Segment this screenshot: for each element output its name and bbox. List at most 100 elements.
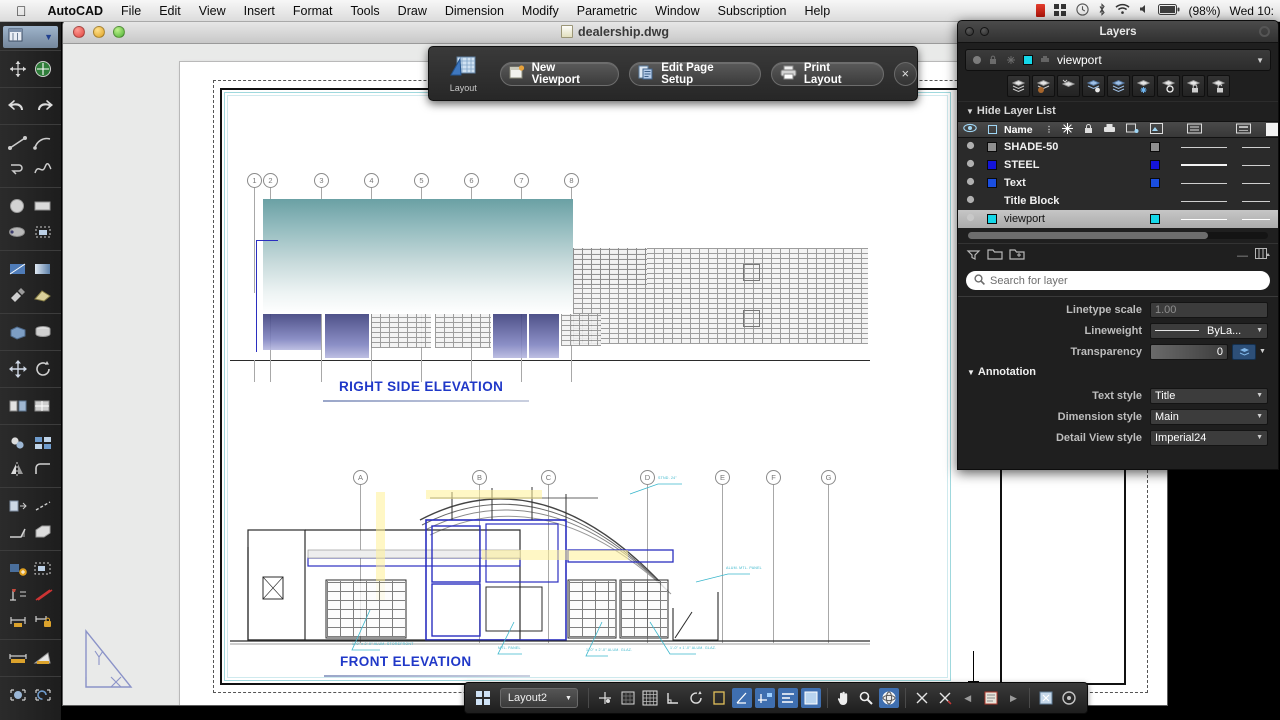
annotation-autoscale-icon[interactable] bbox=[935, 688, 955, 708]
layer-states-icon[interactable] bbox=[1106, 75, 1130, 97]
layer-row-shade50[interactable]: SHADE-50 bbox=[958, 138, 1278, 156]
object-snap-icon[interactable] bbox=[709, 688, 729, 708]
ucs-world-icon[interactable] bbox=[32, 59, 54, 79]
property-lineweight[interactable]: Lineweight ByLa... ▼ bbox=[958, 320, 1278, 341]
close-toolbar-button[interactable]: × bbox=[893, 61, 917, 86]
layer-linetype[interactable] bbox=[1174, 200, 1234, 202]
layer-visibility-toggle[interactable] bbox=[958, 195, 982, 207]
undo-icon[interactable] bbox=[7, 96, 29, 116]
dim-angular-icon[interactable] bbox=[32, 648, 54, 668]
copy-icon[interactable] bbox=[7, 433, 29, 453]
menu-item-parametric[interactable]: Parametric bbox=[568, 0, 646, 22]
new-property-filter-icon[interactable] bbox=[1009, 248, 1025, 264]
scale-icon[interactable] bbox=[32, 433, 54, 453]
wifi-icon[interactable] bbox=[1114, 3, 1130, 18]
menu-item-view[interactable]: View bbox=[190, 0, 235, 22]
layer-state-icon[interactable] bbox=[7, 685, 29, 705]
lock-icon[interactable] bbox=[989, 55, 999, 65]
freeze-column-icon[interactable] bbox=[1056, 122, 1078, 137]
lock-icon[interactable] bbox=[1181, 75, 1205, 97]
chevron-down-icon[interactable]: ▼ bbox=[1256, 56, 1264, 65]
layer-linetype[interactable] bbox=[1174, 164, 1234, 166]
property-linetype-scale[interactable]: Linetype scale 1.00 bbox=[958, 299, 1278, 320]
orbit-icon[interactable] bbox=[879, 688, 900, 708]
plot-column-icon[interactable] bbox=[1098, 123, 1120, 137]
arc-icon[interactable] bbox=[32, 133, 54, 153]
polar-icon[interactable] bbox=[686, 688, 706, 708]
osnap-track-icon[interactable] bbox=[732, 688, 752, 708]
property-dimension-style[interactable]: Dimension style Main ▼ bbox=[958, 406, 1278, 427]
trim-icon[interactable] bbox=[32, 396, 54, 416]
layer-row-text[interactable]: Text bbox=[958, 174, 1278, 192]
boundary-icon[interactable] bbox=[32, 285, 54, 305]
block-insert-icon[interactable] bbox=[7, 559, 29, 579]
block-edit-icon[interactable] bbox=[32, 559, 54, 579]
annotation-section-header[interactable]: ▼ Annotation bbox=[958, 362, 1278, 381]
status-column-icon[interactable] bbox=[982, 125, 1002, 134]
prev-icon[interactable]: ◀ bbox=[958, 688, 978, 708]
pan-icon[interactable] bbox=[833, 688, 853, 708]
menu-item-help[interactable]: Help bbox=[795, 0, 839, 22]
layer-linetype[interactable] bbox=[1174, 218, 1234, 220]
current-layer-selector[interactable]: viewport ▼ bbox=[965, 49, 1271, 71]
current-layer-color-swatch[interactable] bbox=[1023, 55, 1033, 65]
menu-item-format[interactable]: Format bbox=[284, 0, 342, 22]
layer-visibility-toggle[interactable] bbox=[958, 159, 982, 171]
minimize-dot-button[interactable] bbox=[980, 27, 989, 36]
polyline-icon[interactable] bbox=[7, 159, 29, 179]
battery-icon[interactable] bbox=[1157, 3, 1180, 18]
layout-tool-icon[interactable]: Layout bbox=[437, 55, 490, 93]
lineweight-column-icon[interactable] bbox=[1220, 123, 1266, 137]
move-ucs-icon[interactable] bbox=[7, 59, 29, 79]
name-column-header[interactable]: Name bbox=[1002, 124, 1042, 136]
zoom-icon[interactable] bbox=[856, 688, 876, 708]
new-viewport-button[interactable]: New Viewport bbox=[499, 61, 620, 86]
dynamic-input-icon[interactable] bbox=[777, 688, 798, 708]
menu-item-file[interactable]: File bbox=[112, 0, 150, 22]
transparency-value[interactable]: 0 bbox=[1150, 343, 1228, 360]
attribute-icon[interactable] bbox=[7, 585, 29, 605]
chevron-down-icon[interactable]: ▼ bbox=[1259, 348, 1266, 355]
close-dot-button[interactable] bbox=[965, 27, 974, 36]
layer-prev-icon[interactable] bbox=[32, 685, 54, 705]
layer-lineweight[interactable] bbox=[1234, 218, 1278, 220]
xref-icon[interactable] bbox=[32, 585, 54, 605]
hatch-icon[interactable] bbox=[7, 259, 29, 279]
lengthen-icon[interactable] bbox=[32, 496, 54, 516]
gradient-icon[interactable] bbox=[32, 259, 54, 279]
property-transparency[interactable]: Transparency 0 ▼ bbox=[958, 341, 1278, 362]
layer-color-swatch[interactable] bbox=[1136, 160, 1174, 170]
mirror-icon[interactable] bbox=[7, 459, 29, 479]
dynamic-ucs-icon[interactable] bbox=[754, 688, 775, 708]
hardware-accel-icon[interactable] bbox=[1059, 688, 1079, 708]
time-machine-icon[interactable] bbox=[1075, 2, 1089, 19]
delete-layer-icon[interactable] bbox=[1056, 75, 1080, 97]
color-column-icon[interactable] bbox=[1144, 122, 1168, 137]
annotation-visibility-icon[interactable] bbox=[912, 688, 932, 708]
cylinder-icon[interactable] bbox=[32, 322, 54, 342]
chamfer-icon[interactable] bbox=[7, 522, 29, 542]
freeze-icon[interactable] bbox=[1131, 75, 1155, 97]
linetype-column-icon[interactable] bbox=[1168, 123, 1220, 137]
menu-item-window[interactable]: Window bbox=[646, 0, 708, 22]
recording-icon[interactable] bbox=[1035, 4, 1045, 17]
linetype-scale-value[interactable]: 1.00 bbox=[1150, 301, 1268, 318]
line-icon[interactable] bbox=[7, 133, 29, 153]
stretch-icon[interactable] bbox=[7, 496, 29, 516]
fillet-icon[interactable] bbox=[32, 459, 54, 479]
layer-row-viewport[interactable]: viewport bbox=[958, 210, 1278, 228]
menu-item-insert[interactable]: Insert bbox=[235, 0, 284, 22]
volume-icon[interactable] bbox=[1139, 3, 1149, 18]
viewport-freeze-column-icon[interactable] bbox=[1120, 123, 1144, 137]
layer-color-swatch[interactable] bbox=[1136, 142, 1174, 152]
layer-visibility-toggle[interactable] bbox=[958, 177, 982, 189]
layout-tab-selector[interactable]: Layout2 ▼ bbox=[499, 688, 578, 708]
menu-item-dimension[interactable]: Dimension bbox=[436, 0, 513, 22]
layer-lineweight[interactable] bbox=[1234, 146, 1278, 148]
extrude-icon[interactable] bbox=[32, 522, 54, 542]
minimize-button[interactable] bbox=[93, 26, 105, 38]
column-resize-handle[interactable] bbox=[1266, 123, 1278, 136]
dim-aligned-icon[interactable] bbox=[7, 648, 29, 668]
move-icon[interactable] bbox=[7, 359, 29, 379]
dim-locked-icon[interactable] bbox=[32, 611, 54, 631]
